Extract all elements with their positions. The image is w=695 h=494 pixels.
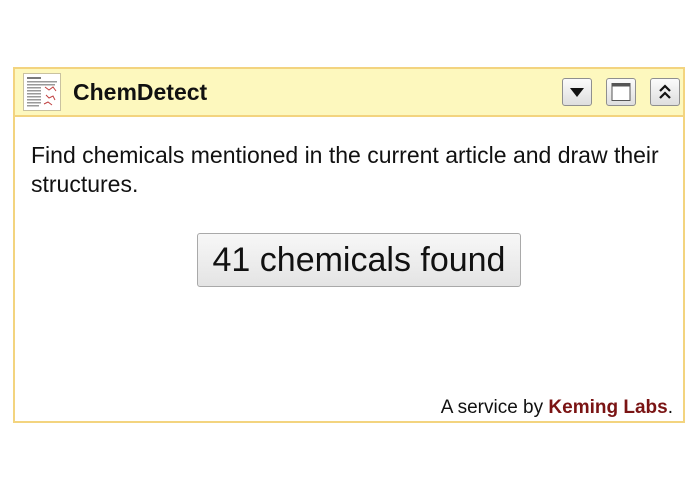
double-chevron-up-icon bbox=[659, 84, 671, 99]
widget-header: ChemDetect bbox=[15, 69, 683, 117]
keming-labs-link[interactable]: Keming Labs bbox=[548, 397, 667, 418]
collapse-button[interactable] bbox=[650, 78, 680, 106]
document-thumbnail-icon bbox=[23, 73, 61, 111]
menu-button[interactable] bbox=[562, 78, 592, 106]
footer-suffix: . bbox=[667, 397, 673, 418]
chemdetect-widget: ChemDetect Find chemicals mentioned in t… bbox=[13, 67, 685, 423]
maximize-button[interactable] bbox=[606, 78, 636, 106]
footer-prefix: A service by bbox=[440, 397, 549, 418]
maximize-window-icon bbox=[611, 83, 631, 101]
dropdown-arrow-icon bbox=[570, 88, 584, 97]
widget-title: ChemDetect bbox=[73, 79, 208, 105]
footer-credit: A service by Keming Labs. bbox=[441, 397, 673, 419]
description-text: Find chemicals mentioned in the current … bbox=[31, 142, 659, 197]
chemicals-found-button[interactable]: 41 chemicals found bbox=[197, 233, 521, 287]
